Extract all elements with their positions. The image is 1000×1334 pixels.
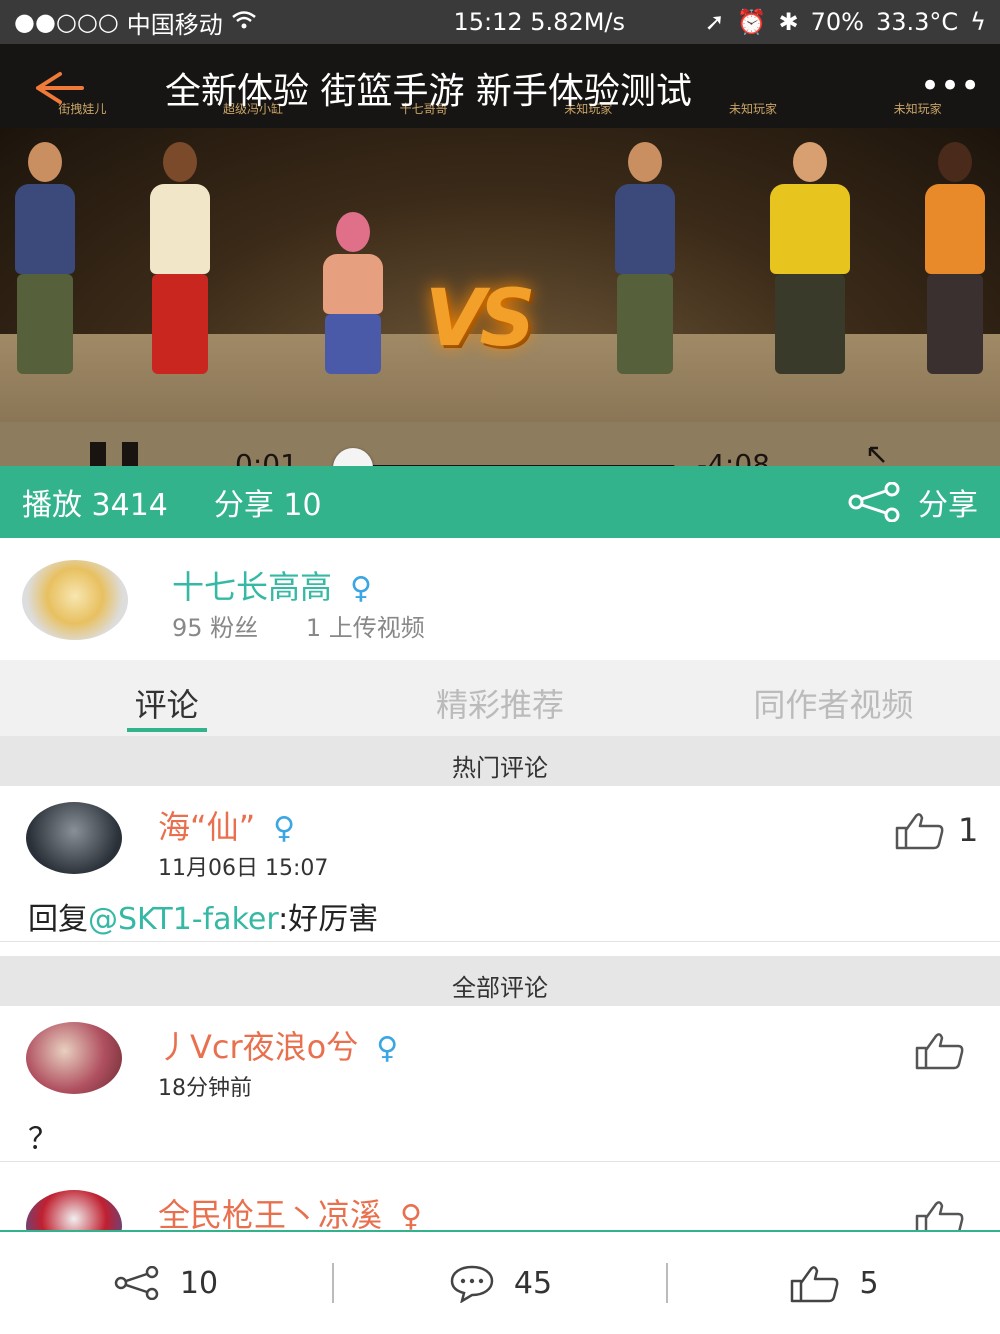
female-icon: ♀ (350, 571, 372, 606)
bottom-share-button[interactable]: 10 (0, 1266, 332, 1301)
mention-link[interactable]: @SKT1-faker (88, 902, 278, 937)
commenter-name[interactable]: 海“仙” ♀ (158, 802, 295, 848)
author-avatar[interactable] (22, 560, 128, 640)
current-time: 0:01 (235, 448, 298, 466)
player-name: 未知玩家 (728, 102, 777, 116)
bottom-action-bar: 10 45 5 (0, 1230, 1000, 1334)
player-figure (610, 142, 680, 374)
female-icon: ♀ (400, 1199, 422, 1230)
play-count: 播放 3414 (22, 488, 168, 523)
seek-knob[interactable] (333, 448, 373, 466)
vs-logo: VS (425, 274, 536, 364)
video-title: 全新体验 街篮手游 新手体验测试 (165, 71, 692, 112)
comment-text: :好厉害 (278, 902, 379, 937)
carrier: 中国移动 (126, 10, 223, 39)
commenter-name-text: 全民枪王丶凉溪 (158, 1196, 383, 1230)
hot-comments-header: 热门评论 (0, 736, 1000, 786)
bottom-like-button[interactable]: 5 (668, 1263, 1000, 1303)
video-player[interactable]: VS 街拽娃儿 超级冯小缸 十七哥哥 未知玩家 未知玩家 未知玩家 全新体验 街… (0, 44, 1000, 466)
player-figure (920, 142, 990, 374)
remaining-time: -4:08 (697, 448, 770, 466)
commenter-name-text: 丿Vcr夜浪o兮 (158, 1028, 359, 1066)
bottom-share-count: 10 (179, 1265, 219, 1301)
tab-comments[interactable]: 评论 (0, 660, 333, 736)
comment-body: 回复@SKT1-faker:好厉害 (28, 894, 378, 938)
signal-indicator: ●●○○○ (14, 8, 119, 36)
temperature: 33.3°C (875, 8, 959, 36)
location-icon: ➚ (704, 8, 725, 36)
thumbs-up-icon (915, 1033, 964, 1070)
commenter-name[interactable]: 全民枪王丶凉溪 ♀ (158, 1190, 422, 1230)
comment-bubble-icon (450, 1265, 494, 1303)
author-name[interactable]: 十七长高高 ♀ (172, 562, 372, 608)
author-panel[interactable]: 十七长高高 ♀ 95 粉丝 1 上传视频 (0, 538, 1000, 660)
upload-count: 1 上传视频 (305, 614, 425, 642)
player-figure (10, 142, 80, 374)
like-count: 1 (958, 811, 979, 849)
player-figure (318, 212, 388, 374)
alarm-icon: ⏰ (736, 8, 767, 36)
commenter-avatar[interactable] (26, 1190, 122, 1230)
commenter-avatar[interactable] (26, 802, 122, 874)
commenter-avatar[interactable] (26, 1022, 122, 1094)
back-button[interactable] (30, 68, 90, 108)
status-time: 15:12 (453, 8, 523, 36)
share-count: 分享 10 (213, 488, 322, 523)
comment-time: 18分钟前 (158, 1076, 252, 1101)
commenter-name[interactable]: 丿Vcr夜浪o兮 ♀ (158, 1022, 398, 1068)
bottom-like-count: 5 (859, 1265, 879, 1301)
comment-item[interactable]: 丿Vcr夜浪o兮 ♀ 18分钟前 ？ (0, 1006, 1000, 1162)
player-controls: 0:01 -4:08 (0, 422, 1000, 466)
comment-item[interactable]: 全民枪王丶凉溪 ♀ (0, 1162, 1000, 1230)
author-stats: 95 粉丝 1 上传视频 (172, 608, 465, 643)
share-icon (848, 482, 900, 522)
player-figure (145, 142, 215, 374)
like-button[interactable]: 1 (894, 810, 978, 850)
share-icon (114, 1266, 159, 1300)
thumbs-up-icon (895, 813, 944, 850)
share-label: 分享 (918, 488, 978, 523)
bottom-comment-button[interactable]: 45 (334, 1263, 666, 1303)
like-button[interactable] (914, 1030, 966, 1070)
charging-icon: ϟ (970, 8, 986, 36)
thumbs-up-icon (915, 1201, 964, 1230)
expand-icon (868, 446, 885, 463)
player-figure (765, 142, 855, 374)
comment-time: 11月06日 15:07 (158, 856, 329, 881)
tab-recommended[interactable]: 精彩推荐 (333, 660, 666, 736)
network-speed: 5.82M/s (530, 8, 626, 36)
video-stats-bar: 播放 3414 分享 10 分享 (0, 466, 1000, 538)
bluetooth-icon: ✱ (778, 8, 799, 36)
content-tabs: 评论 精彩推荐 同作者视频 (0, 660, 1000, 736)
thumbs-up-icon (791, 1266, 839, 1303)
battery-percent: 70% (810, 8, 864, 36)
all-comments-header: 全部评论 (0, 956, 1000, 1006)
share-button[interactable]: 分享 (848, 480, 978, 524)
commenter-name-text: 海“仙” (158, 808, 256, 846)
female-icon: ♀ (376, 1031, 399, 1066)
comment-item[interactable]: 海“仙” ♀ 11月06日 15:07 回复@SKT1-faker:好厉害 1 (0, 786, 1000, 942)
comment-body: ？ (28, 1122, 58, 1157)
pause-button[interactable] (90, 442, 140, 466)
fullscreen-button[interactable] (866, 444, 912, 466)
wifi-icon (231, 8, 257, 36)
bottom-comment-count: 45 (513, 1265, 553, 1301)
female-icon: ♀ (273, 811, 296, 846)
tab-author-videos[interactable]: 同作者视频 (667, 660, 1000, 736)
reply-prefix: 回复 (28, 902, 88, 937)
fan-count: 95 粉丝 (172, 614, 259, 642)
like-button[interactable] (914, 1198, 966, 1230)
author-name-text: 十七长高高 (172, 568, 333, 606)
status-bar: ●●○○○ 中国移动 15:12 5.82M/s ➚ ⏰ ✱ 70% 33.3°… (0, 0, 1000, 44)
back-arrow-icon (36, 72, 84, 104)
more-options-icon[interactable]: ••• (920, 66, 980, 106)
